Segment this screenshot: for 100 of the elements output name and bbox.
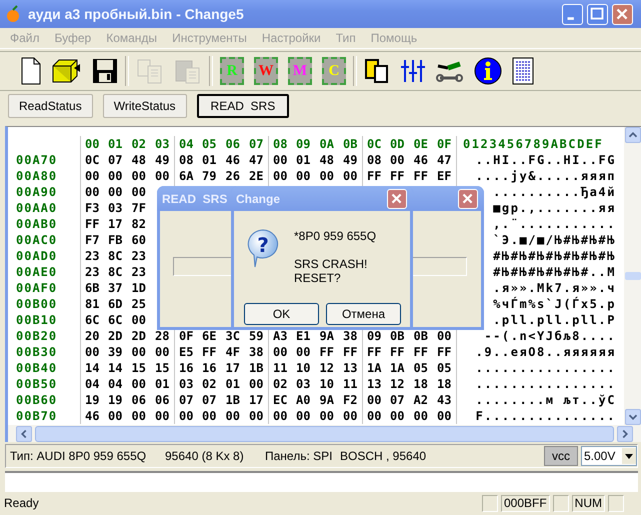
hex-byte: 6E xyxy=(201,328,218,344)
column-header: 00 xyxy=(80,136,104,152)
document-icon[interactable] xyxy=(512,57,534,85)
hex-byte: 28 xyxy=(154,328,170,344)
maker-text: BOSCH , 95640 xyxy=(340,449,426,463)
hex-byte: FB xyxy=(107,232,124,248)
panel-text: Панель: SPI xyxy=(265,449,334,463)
hex-byte: 00 xyxy=(268,344,292,360)
action-button[interactable]: READ SRS xyxy=(196,94,290,118)
hex-byte: 10 xyxy=(295,360,312,376)
action-button[interactable]: ReadStatus xyxy=(8,94,93,118)
menu-item[interactable]: Буфер xyxy=(54,31,92,45)
hex-byte: 00 xyxy=(107,408,124,424)
minimize-icon[interactable] xyxy=(562,4,583,24)
address-label: 00B20 xyxy=(16,329,58,343)
close-icon[interactable] xyxy=(387,188,407,208)
hex-byte: FF xyxy=(342,344,358,360)
ascii-header: 0123456789ABCDEF xyxy=(456,136,622,152)
hex-byte: A0 xyxy=(295,392,312,408)
hex-byte: 00 xyxy=(80,184,104,200)
column-header: 0C xyxy=(362,136,386,152)
hex-byte: 49 xyxy=(342,152,358,168)
hex-byte: 04 xyxy=(107,376,124,392)
hex-byte: 00 xyxy=(107,184,124,200)
scrollbar-thumb[interactable] xyxy=(624,272,640,280)
address-label: 00B50 xyxy=(16,377,58,391)
hex-byte: 1B xyxy=(224,392,241,408)
ascii-text: ........м љт..ўC xyxy=(456,392,622,408)
ascii-text: ....jy&.....яяяп xyxy=(456,168,622,184)
chip-button[interactable]: W xyxy=(254,57,278,85)
menu-item[interactable]: Команды xyxy=(106,31,158,45)
hex-byte: 00 xyxy=(174,408,198,424)
menu-item[interactable]: Настройки xyxy=(262,31,321,45)
hex-byte: 8C xyxy=(107,248,124,264)
hex-byte: 6C xyxy=(107,312,124,328)
hex-byte: 1D xyxy=(130,280,147,296)
column-header: 09 xyxy=(295,136,312,152)
hex-byte: 03 xyxy=(107,200,124,216)
menu-item[interactable]: Помощь xyxy=(370,31,418,45)
chip-button[interactable]: R xyxy=(220,57,244,85)
hex-byte: 20 xyxy=(80,328,104,344)
close-icon[interactable] xyxy=(458,188,478,208)
hex-byte: 00 xyxy=(130,184,147,200)
menu-item[interactable]: Файл xyxy=(10,31,40,45)
hex-byte: 00 xyxy=(268,168,292,184)
vcc-button[interactable]: vcc xyxy=(544,446,578,466)
scroll-right-icon[interactable] xyxy=(617,426,633,442)
sliders-icon[interactable] xyxy=(400,58,426,84)
column-header: 02 xyxy=(130,136,147,152)
hex-byte: 00 xyxy=(130,168,147,184)
hex-byte: 1A xyxy=(389,360,406,376)
scroll-down-icon[interactable] xyxy=(624,409,640,425)
chips-icon[interactable] xyxy=(364,58,390,84)
address-label: 00A90 xyxy=(16,185,58,199)
hex-byte: 00 xyxy=(130,408,147,424)
hex-byte: 2D xyxy=(130,328,147,344)
chip-size-text: 95640 (8 Kx 8) xyxy=(165,449,245,463)
maximize-icon[interactable] xyxy=(587,4,608,24)
column-header: 01 xyxy=(107,136,124,152)
hex-byte: E5 xyxy=(174,344,198,360)
menu-item[interactable]: Тип xyxy=(336,31,356,45)
hex-byte: 00 xyxy=(412,408,429,424)
hex-byte: 01 xyxy=(201,152,218,168)
chip-button[interactable]: C xyxy=(322,57,346,85)
hex-byte: 13 xyxy=(342,360,358,376)
ascii-text: F............... xyxy=(456,408,622,424)
hex-byte: 59 xyxy=(248,328,264,344)
hex-byte: 00 xyxy=(154,344,170,360)
hex-byte: 0B xyxy=(412,328,429,344)
scroll-left-icon[interactable] xyxy=(16,426,32,442)
hex-byte: 79 xyxy=(201,168,218,184)
hex-byte: 0B xyxy=(389,328,406,344)
dialog-button[interactable]: Отмена xyxy=(326,303,401,325)
voltage-dropdown[interactable]: 5.00V xyxy=(581,446,637,466)
hex-byte: 81 xyxy=(80,296,104,312)
hex-byte: 15 xyxy=(154,360,170,376)
hex-byte: 0C xyxy=(80,152,104,168)
address-label: 00B00 xyxy=(16,297,58,311)
hex-byte: 00 xyxy=(130,312,147,328)
chip-type-text: Тип: AUDI 8P0 959 655Q xyxy=(10,449,148,463)
hex-byte: 23 xyxy=(130,248,147,264)
hex-byte: 07 xyxy=(389,392,406,408)
hex-byte: 00 xyxy=(295,168,312,184)
chip-button[interactable]: M xyxy=(288,57,312,85)
scroll-up-icon[interactable] xyxy=(624,127,640,143)
close-icon[interactable] xyxy=(612,4,633,24)
hex-byte: 07 xyxy=(107,152,124,168)
hex-byte: 02 xyxy=(268,376,292,392)
window-title: ауди а3 пробный.bin - Change5 xyxy=(28,6,245,22)
status-pane xyxy=(608,494,624,512)
menu-item[interactable]: Инструменты xyxy=(172,31,247,45)
new-file-icon[interactable] xyxy=(20,57,42,85)
dialog-button[interactable]: OK xyxy=(244,303,319,325)
hex-byte: 04 xyxy=(80,376,104,392)
hex-byte: 00 xyxy=(130,376,147,392)
hex-byte: 17 xyxy=(224,360,241,376)
info-icon[interactable] xyxy=(474,57,502,85)
hex-byte: 19 xyxy=(107,392,124,408)
action-button[interactable]: WriteStatus xyxy=(102,94,187,118)
scrollbar-thumb[interactable] xyxy=(35,426,614,442)
